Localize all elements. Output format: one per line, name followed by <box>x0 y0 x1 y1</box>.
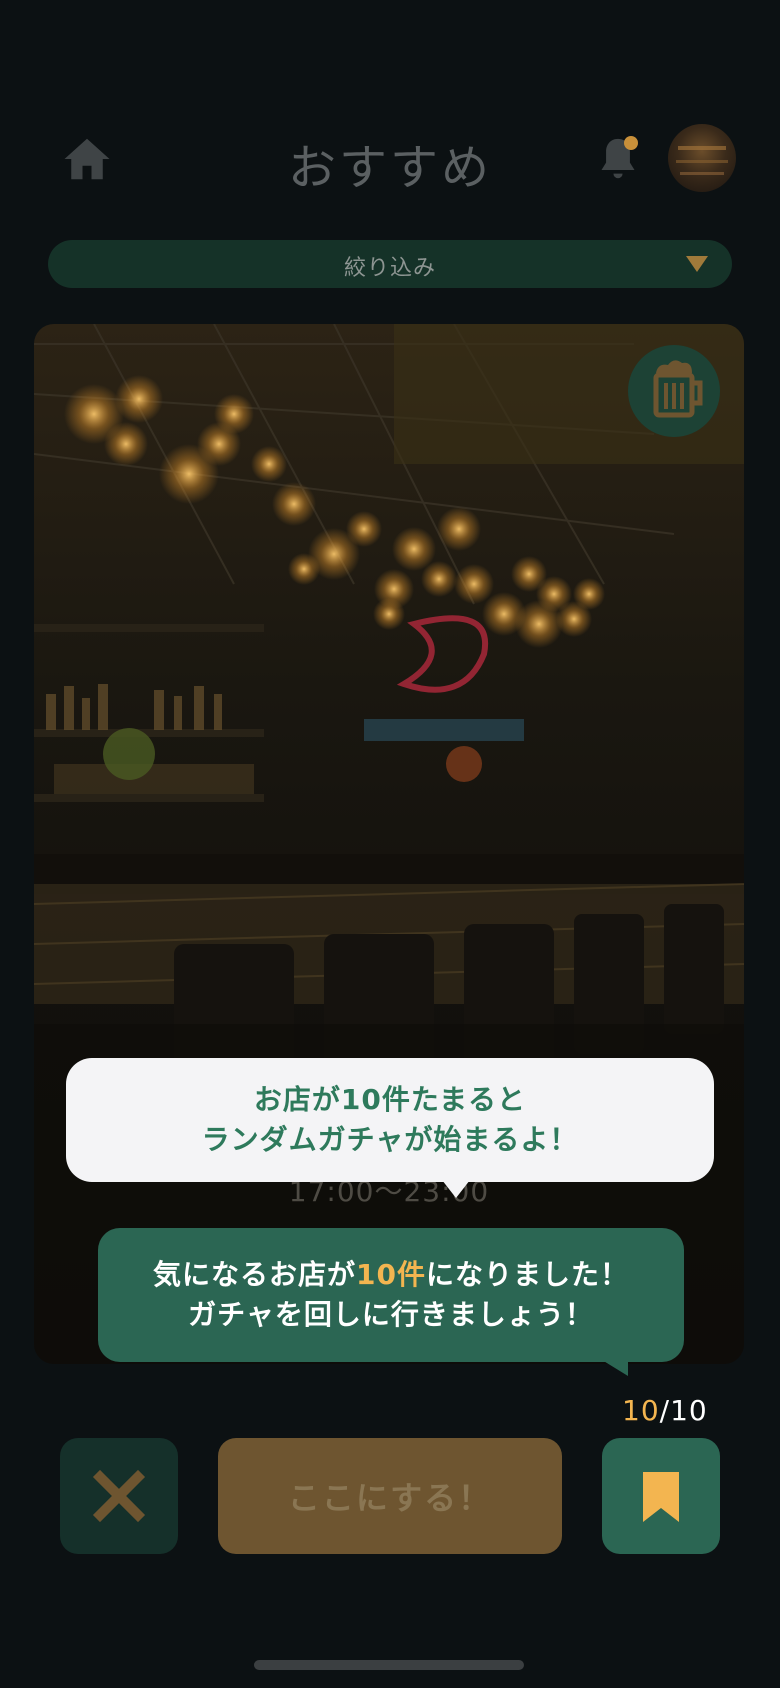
tooltip-count: 10件 <box>356 1258 426 1291</box>
tooltip-tail <box>602 1360 628 1376</box>
filter-label: 絞り込み <box>343 256 436 281</box>
beer-mug-icon <box>653 360 703 418</box>
page-title: おすすめ <box>287 140 492 196</box>
header: おすすめ <box>0 120 780 200</box>
tooltip-text: 気になるお店が <box>153 1258 357 1291</box>
category-badge[interactable] <box>628 345 720 437</box>
bookmark-counter: 10/10 <box>622 1394 708 1427</box>
bookmark-count-separator: / <box>659 1394 671 1427</box>
tooltip-line: ガチャを回しに行きましょう！ <box>188 1298 594 1331</box>
tooltip-text: になりました！ <box>425 1258 629 1291</box>
notification-badge <box>624 136 638 150</box>
bookmark-icon <box>643 1472 679 1522</box>
filter-dropdown[interactable]: 絞り込み <box>48 240 732 288</box>
bookmark-count-current: 10 <box>622 1394 660 1427</box>
caret-down-icon <box>686 256 708 272</box>
home-indicator[interactable] <box>254 1660 524 1670</box>
gacha-hint-tooltip: お店が10件たまると ランダムガチャが始まるよ！ <box>66 1058 714 1198</box>
tooltip-tail <box>442 1180 470 1198</box>
tooltip-line: お店が10件たまると <box>253 1083 527 1116</box>
avatar[interactable] <box>668 124 736 192</box>
tooltip-line: 気になるお店が10件になりました！ <box>153 1255 629 1295</box>
restaurant-photo-card[interactable]: 17:00〜23:00 <box>34 324 744 1364</box>
tooltip-line: ランダムガチャが始まるよ！ <box>201 1123 579 1156</box>
bookmark-complete-tooltip[interactable]: 気になるお店が10件になりました！ ガチャを回しに行きましょう！ <box>98 1228 684 1376</box>
decide-button-label: ここにする！ <box>287 1479 493 1517</box>
decide-button[interactable]: ここにする！ <box>218 1438 562 1554</box>
skip-button[interactable] <box>60 1438 178 1554</box>
close-icon <box>92 1469 146 1523</box>
bookmark-button[interactable] <box>602 1438 720 1554</box>
bookmark-count-total: 10 <box>670 1394 708 1427</box>
